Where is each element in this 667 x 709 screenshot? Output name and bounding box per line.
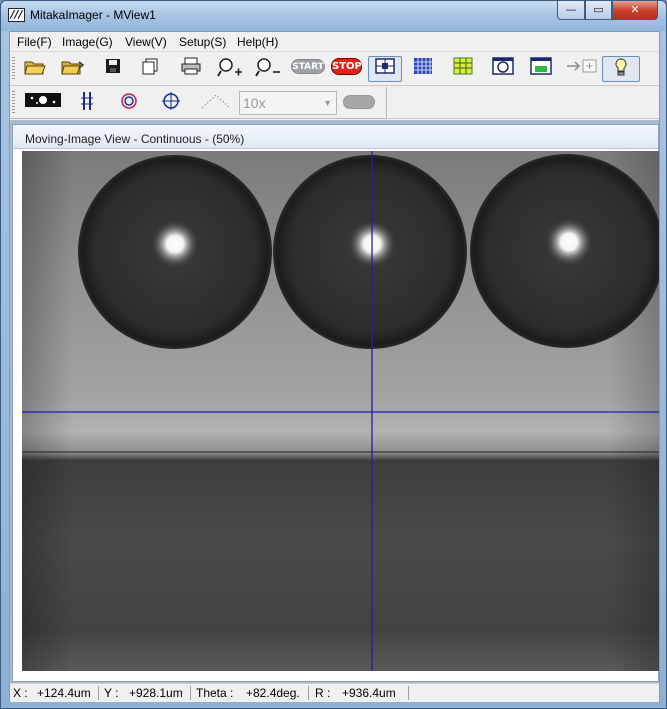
status-separator: [190, 686, 191, 700]
status-separator: [98, 686, 99, 700]
minimize-button[interactable]: —: [557, 1, 585, 20]
menu-help[interactable]: Help(H): [237, 35, 278, 49]
open-folder-back-icon: [61, 61, 85, 75]
grid-icon: [414, 58, 432, 74]
green-frame-button[interactable]: [528, 57, 554, 81]
print-icon: [181, 57, 201, 75]
arrow-to-box-button[interactable]: [565, 57, 599, 81]
zoom-out-icon: [255, 58, 280, 77]
save-button[interactable]: [100, 57, 126, 81]
chevron-down-icon: ▼: [323, 98, 332, 108]
zoom-select-value: 10x: [243, 95, 266, 111]
crosshair-circle-icon: [162, 92, 180, 110]
gray-pill-button[interactable]: [343, 95, 375, 109]
sphere-left: [78, 155, 272, 349]
sphere-right: [470, 154, 659, 348]
secondary-toolbar: 10x ▼: [10, 87, 387, 119]
dotted-angle-button[interactable]: [199, 91, 233, 115]
camera-image-view[interactable]: [22, 151, 659, 671]
open-folder-back-button[interactable]: [60, 57, 86, 81]
open-folder-button[interactable]: [22, 57, 48, 81]
sphere-center: [273, 155, 467, 349]
grid-yellow-icon: [453, 57, 473, 75]
lightbulb-icon: [615, 58, 627, 76]
status-x-value: +124.4um: [37, 686, 91, 700]
title-bar[interactable]: /// MitakaImager - MView1 — ▭ ✕: [1, 1, 666, 31]
dotted-angle-icon: [201, 94, 231, 109]
status-r-value: +936.4um: [342, 686, 396, 700]
client-area: File(F) Image(G) View(V) Setup(S) Help(H…: [9, 31, 660, 702]
zoom-in-button[interactable]: [217, 57, 243, 81]
status-x-label: X :: [13, 686, 28, 700]
menu-view[interactable]: View(V): [125, 35, 167, 49]
crosshair-view-button[interactable]: [368, 56, 402, 82]
child-window-title: Moving-Image View - Continuous - (50%): [25, 132, 245, 146]
target-rings-icon: [121, 93, 137, 109]
circle-frame-icon: [492, 57, 514, 75]
crosshair-view-icon: [375, 58, 395, 74]
menu-file[interactable]: File(F): [17, 35, 52, 49]
window-title: MitakaImager - MView1: [30, 8, 156, 22]
target-rings-button[interactable]: [116, 91, 142, 115]
camera-frame: [22, 151, 659, 671]
zoom-out-button[interactable]: [255, 57, 281, 81]
maximize-button[interactable]: ▭: [585, 1, 612, 20]
circle-frame-button[interactable]: [490, 57, 516, 81]
lightbulb-button[interactable]: [602, 56, 640, 82]
status-separator: [408, 686, 409, 700]
toolbar-gripper[interactable]: [12, 57, 15, 81]
app-logo-icon: ///: [8, 8, 25, 22]
main-toolbar: START STOP: [10, 53, 659, 86]
status-y-label: Y :: [104, 686, 119, 700]
crosshair-circle-button[interactable]: [158, 91, 184, 115]
toolbar-gripper[interactable]: [12, 91, 15, 115]
copy-button[interactable]: [137, 57, 163, 81]
print-button[interactable]: [178, 57, 204, 81]
green-frame-icon: [530, 57, 552, 75]
menu-setup[interactable]: Setup(S): [179, 35, 226, 49]
arrow-to-box-icon: [567, 59, 597, 73]
save-disk-icon: [106, 59, 120, 73]
toolbar-empty-area: [388, 87, 659, 119]
close-button[interactable]: ✕: [612, 1, 658, 20]
status-theta-value: +82.4deg.: [246, 686, 300, 700]
zoom-select[interactable]: 10x ▼: [239, 91, 337, 115]
status-bar: X : +124.4um Y : +928.1um Theta : +82.4d…: [10, 683, 659, 702]
stop-button[interactable]: STOP: [331, 58, 362, 75]
copy-icon: [142, 58, 158, 75]
image-mode-button[interactable]: [24, 91, 62, 115]
parallel-lines-button[interactable]: [74, 91, 100, 115]
status-y-value: +928.1um: [129, 686, 183, 700]
open-folder-icon: [24, 61, 46, 75]
parallel-lines-icon: [81, 92, 93, 110]
image-mode-icon: [25, 93, 61, 107]
status-theta-label: Theta :: [196, 686, 234, 700]
status-separator: [308, 686, 309, 700]
grid-yellow-button[interactable]: [450, 57, 476, 81]
zoom-in-icon: [217, 58, 242, 77]
menu-bar: File(F) Image(G) View(V) Setup(S) Help(H…: [10, 32, 659, 52]
mdi-area: Moving-Image View - Continuous - (50%): [10, 120, 659, 683]
child-title-bar[interactable]: Moving-Image View - Continuous - (50%): [13, 125, 658, 149]
app-window: /// MitakaImager - MView1 — ▭ ✕ File(F) …: [0, 0, 667, 709]
moving-image-view-window: Moving-Image View - Continuous - (50%): [12, 124, 659, 682]
start-button[interactable]: START: [291, 59, 325, 74]
grid-button[interactable]: [410, 57, 436, 81]
menu-image[interactable]: Image(G): [62, 35, 113, 49]
status-r-label: R :: [315, 686, 331, 700]
